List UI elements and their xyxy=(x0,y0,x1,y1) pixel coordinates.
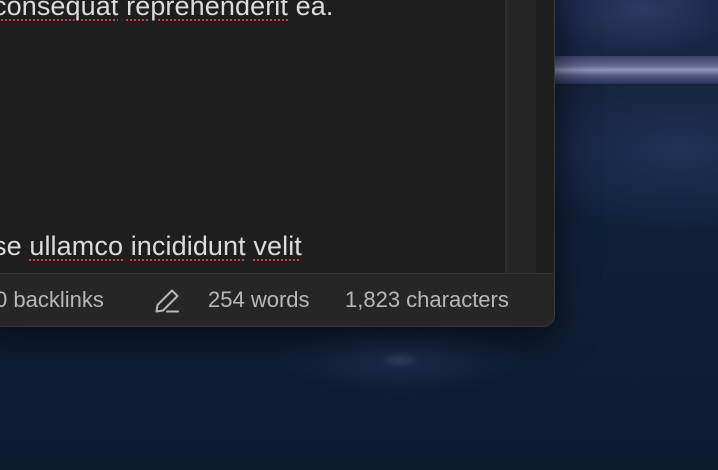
scrollbar-track[interactable] xyxy=(508,0,536,274)
misspelled-word[interactable]: reprehenderit xyxy=(126,0,288,21)
note-editor[interactable]: consequat reprehenderit ea. se ullamco i… xyxy=(0,0,526,272)
misspelled-word[interactable]: ullamco xyxy=(29,231,123,261)
editor-window: consequat reprehenderit ea. se ullamco i… xyxy=(0,0,555,327)
word-count: 254 words xyxy=(208,287,310,312)
misspelled-word[interactable]: consequat xyxy=(0,0,119,21)
status-bar: 0 backlinks 254 words 1,823 characters xyxy=(0,273,554,326)
wallpaper-sky xyxy=(552,0,718,58)
wallpaper-glow xyxy=(380,352,420,368)
wallpaper-light-stripe xyxy=(552,56,718,84)
editor-word[interactable]: se xyxy=(0,231,22,261)
pencil-icon[interactable] xyxy=(153,287,181,315)
misspelled-word[interactable]: velit xyxy=(253,231,302,261)
backlinks-count[interactable]: 0 backlinks xyxy=(0,287,104,313)
misspelled-word[interactable]: incididunt xyxy=(131,231,246,261)
editor-word[interactable]: ea. xyxy=(296,0,334,21)
editor-line[interactable]: se ullamco incididunt velit xyxy=(0,231,302,262)
editor-line[interactable]: consequat reprehenderit ea. xyxy=(0,0,333,22)
character-count: 1,823 characters xyxy=(345,287,509,312)
